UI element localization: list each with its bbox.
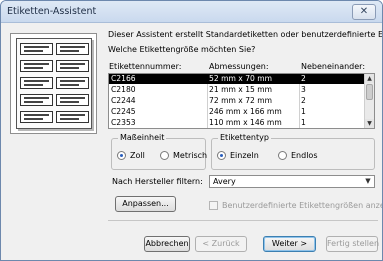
- title-bar: Etiketten-Assistent ✕: [1, 1, 382, 23]
- preview-label: [56, 43, 89, 55]
- window-title: Etiketten-Assistent: [7, 6, 97, 17]
- column-header-number: Etikettennummer:: [109, 62, 182, 71]
- label-size: 52 mm x 70 mm: [209, 74, 273, 83]
- scroll-down-icon[interactable]: ▼: [365, 119, 374, 128]
- radio-einzeln[interactable]: [217, 151, 226, 160]
- list-item[interactable]: C2180 21 mm x 15 mm 3: [109, 85, 365, 95]
- column-header-across: Nebeneinander:: [301, 62, 366, 71]
- size-question: Welche Etikettengröße möchten Sie?: [108, 45, 256, 54]
- label-number: C2180: [111, 85, 136, 94]
- close-icon: ✕: [359, 6, 369, 17]
- customize-button[interactable]: Anpassen...: [115, 196, 176, 212]
- label-sheet-icon: [16, 38, 92, 129]
- list-item[interactable]: C2166 52 mm x 70 mm 2: [109, 74, 365, 84]
- label-size: 246 mm x 166 mm: [209, 107, 282, 116]
- preview-label: [20, 111, 53, 123]
- custom-sizes-label: Benutzerdefinierte Etikettengrößen anzei…: [222, 201, 383, 210]
- label-preview: [10, 33, 97, 134]
- label-type-group: Etikettentyp Einzeln Endlos: [211, 133, 375, 170]
- divider: [108, 220, 378, 221]
- list-scrollbar[interactable]: ▲ ▼: [364, 74, 374, 128]
- preview-label: [20, 43, 53, 55]
- preview-label: [20, 60, 53, 72]
- radio-metrisch-label[interactable]: Metrisch: [173, 151, 207, 160]
- radio-metrisch[interactable]: [160, 151, 169, 160]
- label-number: C2166: [111, 74, 136, 83]
- list-item[interactable]: C2245 246 mm x 166 mm 1: [109, 107, 365, 117]
- radio-zoll[interactable]: [117, 151, 126, 160]
- label-number: C2245: [111, 107, 136, 116]
- scroll-thumb[interactable]: [366, 84, 373, 100]
- preview-label: [56, 94, 89, 106]
- label-number: C2244: [111, 96, 136, 105]
- preview-label: [20, 94, 53, 106]
- units-group-title: Maßeinheit: [118, 133, 167, 142]
- preview-label: [20, 77, 53, 89]
- cancel-button[interactable]: Abbrechen: [144, 236, 190, 252]
- intro-text: Dieser Assistent erstellt Standardetiket…: [108, 30, 383, 39]
- label-across: 3: [301, 85, 306, 94]
- manufacturer-filter-select[interactable]: Avery ▼: [209, 175, 375, 188]
- manufacturer-filter-value: Avery: [213, 177, 236, 186]
- radio-einzeln-label[interactable]: Einzeln: [230, 151, 259, 160]
- label-number: C2353: [111, 118, 136, 127]
- label-wizard-window: Etiketten-Assistent ✕ Dieser Assistent e…: [0, 0, 383, 261]
- finish-button: Fertig stellen: [326, 236, 379, 252]
- radio-endlos-label[interactable]: Endlos: [291, 151, 318, 160]
- label-type-group-title: Etikettentyp: [218, 133, 271, 142]
- next-button[interactable]: Weiter >: [263, 236, 316, 252]
- preview-label: [56, 60, 89, 72]
- column-header-size: Abmessungen:: [209, 62, 269, 71]
- chevron-down-icon[interactable]: ▼: [362, 176, 374, 187]
- radio-endlos[interactable]: [278, 151, 287, 160]
- scroll-up-icon[interactable]: ▲: [365, 74, 374, 83]
- label-size: 72 mm x 72 mm: [209, 96, 273, 105]
- label-across: 1: [301, 118, 306, 127]
- preview-label: [56, 111, 89, 123]
- manufacturer-filter-label: Nach Hersteller filtern:: [112, 177, 203, 186]
- label-size: 21 mm x 15 mm: [209, 85, 273, 94]
- label-across: 2: [301, 96, 306, 105]
- units-group: Maßeinheit Zoll Metrisch: [111, 133, 207, 170]
- label-across: 1: [301, 107, 306, 116]
- label-across: 2: [301, 74, 306, 83]
- custom-sizes-checkbox: [209, 201, 218, 210]
- back-button: < Zurück: [195, 236, 247, 252]
- label-size: 110 mm x 146 mm: [209, 118, 282, 127]
- close-button[interactable]: ✕: [352, 4, 376, 20]
- list-item[interactable]: C2353 110 mm x 146 mm 1: [109, 118, 365, 128]
- wizard-content: Dieser Assistent erstellt Standardetiket…: [1, 24, 382, 260]
- label-size-list[interactable]: C2166 52 mm x 70 mm 2 C2180 21 mm x 15 m…: [108, 73, 375, 129]
- preview-label: [56, 77, 89, 89]
- list-item[interactable]: C2244 72 mm x 72 mm 2: [109, 96, 365, 106]
- radio-zoll-label[interactable]: Zoll: [130, 151, 145, 160]
